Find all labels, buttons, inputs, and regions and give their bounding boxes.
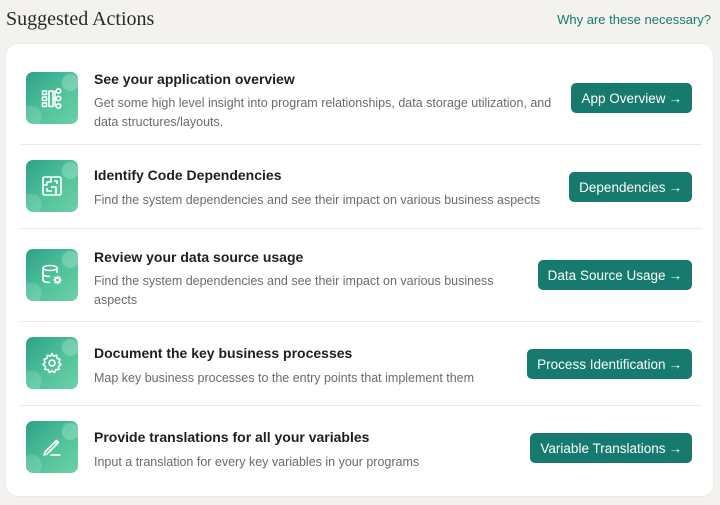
arrow-right-icon: → bbox=[668, 90, 683, 106]
app-overview-button[interactable]: App Overview → bbox=[571, 83, 692, 113]
button-label: Variable Translations bbox=[540, 440, 666, 456]
action-title: See your application overview bbox=[94, 71, 295, 87]
data-source-usage-button[interactable]: Data Source Usage → bbox=[537, 260, 692, 290]
button-label: Dependencies bbox=[579, 179, 666, 195]
database-gear-icon bbox=[26, 249, 78, 301]
action-description: Get some high level insight into program… bbox=[94, 96, 552, 129]
action-row-data-source-usage: Review your data source usage Find the s… bbox=[20, 229, 702, 322]
dependencies-button[interactable]: Dependencies → bbox=[569, 172, 692, 202]
arrow-right-icon: → bbox=[668, 267, 683, 283]
action-title: Identify Code Dependencies bbox=[94, 167, 282, 183]
action-title: Document the key business processes bbox=[94, 345, 353, 361]
action-row-app-overview: See your application overview Get some h… bbox=[20, 52, 702, 145]
action-row-dependencies: Identify Code Dependencies Find the syst… bbox=[20, 145, 702, 229]
pen-icon bbox=[26, 421, 78, 473]
variable-translations-button[interactable]: Variable Translations → bbox=[530, 433, 692, 463]
action-description: Input a translation for every key variab… bbox=[94, 455, 420, 469]
button-label: App Overview bbox=[581, 90, 666, 106]
action-row-variable-translations: Provide translations for all your variab… bbox=[20, 406, 702, 490]
app-overview-icon bbox=[26, 72, 78, 124]
action-description: Find the system dependencies and see the… bbox=[94, 193, 541, 207]
page-title: Suggested Actions bbox=[6, 8, 155, 30]
arrow-right-icon: → bbox=[668, 179, 683, 195]
button-label: Data Source Usage bbox=[547, 267, 666, 283]
action-description: Map key business processes to the entry … bbox=[94, 371, 475, 385]
arrow-right-icon: → bbox=[668, 440, 683, 456]
dependencies-icon bbox=[26, 160, 78, 212]
action-title: Review your data source usage bbox=[94, 249, 304, 265]
arrow-right-icon: → bbox=[668, 356, 683, 372]
header: Suggested Actions Why are these necessar… bbox=[0, 0, 720, 40]
process-identification-button[interactable]: Process Identification → bbox=[527, 349, 692, 379]
action-description: Find the system dependencies and see the… bbox=[94, 274, 494, 307]
action-row-process-identification: Document the key business processes Map … bbox=[20, 322, 702, 406]
suggested-actions-card: See your application overview Get some h… bbox=[6, 44, 713, 496]
action-title: Provide translations for all your variab… bbox=[94, 429, 370, 445]
why-necessary-link[interactable]: Why are these necessary? bbox=[557, 12, 711, 27]
button-label: Process Identification bbox=[537, 356, 666, 372]
gear-icon bbox=[26, 337, 78, 389]
